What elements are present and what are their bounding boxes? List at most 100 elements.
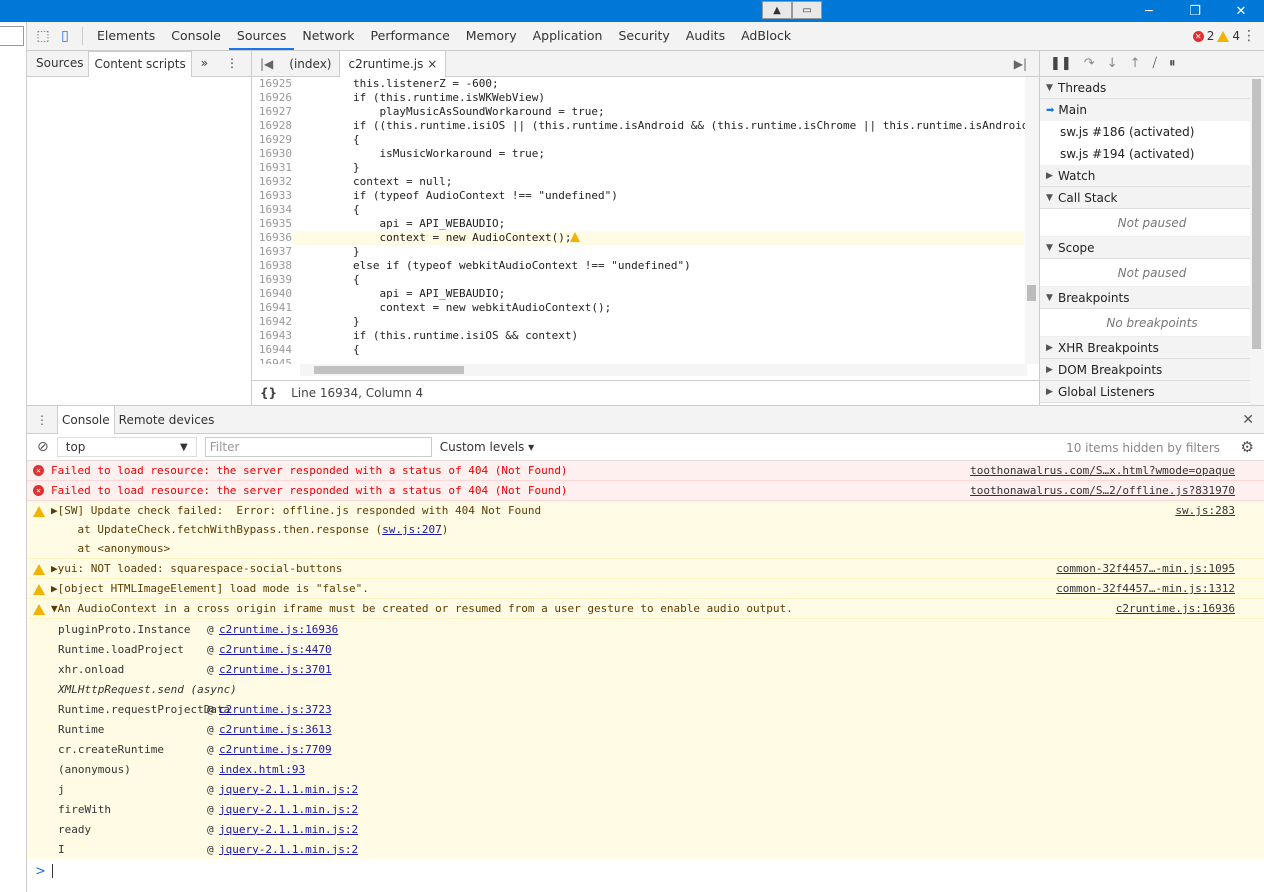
warning-icon (33, 584, 45, 595)
source-link[interactable]: jquery-2.1.1.min.js:2 (219, 783, 358, 796)
tab-index[interactable]: (index) (281, 51, 339, 77)
context-selector[interactable]: top ▼ (56, 437, 197, 457)
dom-breakpoints-header[interactable]: ▶ DOM Breakpoints (1040, 359, 1264, 381)
stack-frame: ready @ jquery-2.1.1.min.js:2 (27, 819, 1264, 839)
source-link[interactable]: c2runtime.js:3613 (219, 723, 332, 736)
tab-performance[interactable]: Performance (363, 22, 458, 50)
inspect-element-icon[interactable]: ⬚ (32, 25, 54, 47)
source-link[interactable]: index.html:93 (219, 763, 305, 776)
cursor-position: Line 16934, Column 4 (291, 386, 424, 400)
message-text: ▼An AudioContext in a cross origin ifram… (51, 602, 793, 615)
debugger-toolbar: ❚❚ ↷ ↓ ↑ ⧸ ⏸ (1040, 51, 1264, 77)
tab-network[interactable]: Network (294, 22, 362, 50)
close-tab-icon[interactable]: × (427, 57, 437, 71)
threads-label: Threads (1058, 80, 1107, 95)
drawer-menu-icon[interactable]: ⋮ (27, 406, 57, 434)
console-drawer: ⋮ Console Remote devices ✕ ⊘ top ▼ Filter… (27, 405, 1264, 892)
tab-application[interactable]: Application (525, 22, 611, 50)
pause-on-exceptions-icon[interactable]: ⏸ (1169, 56, 1176, 71)
console-message: ✕ Failed to load resource: the server res… (27, 481, 1264, 501)
vertical-scrollbar[interactable] (1025, 77, 1039, 364)
tab-elements[interactable]: Elements (89, 22, 163, 50)
console-prompt[interactable]: > (27, 859, 1264, 883)
gear-icon[interactable]: ⚙ (1241, 438, 1254, 456)
deactivate-breakpoints-icon[interactable]: ⧸ (1153, 56, 1157, 71)
toggle-navigator-icon[interactable]: |◀ (252, 51, 281, 77)
collapsed-arrow-icon: ▶ (1046, 364, 1053, 375)
source-link[interactable]: c2runtime.js:7709 (219, 743, 332, 756)
source-link[interactable]: c2runtime.js:16936 (219, 623, 338, 636)
navigator-menu-icon[interactable]: ⋮ (221, 51, 243, 76)
function-name: (anonymous) (58, 762, 131, 776)
up-arrow-icon[interactable]: ▲ (762, 1, 792, 19)
step-out-icon[interactable]: ↑ (1130, 56, 1141, 71)
source-link[interactable]: c2runtime.js:3701 (219, 663, 332, 676)
scope-header[interactable]: ▼ Scope (1040, 237, 1264, 259)
tab-console[interactable]: Console (163, 22, 229, 50)
code-area[interactable]: 16925 this.listenerZ = -600; 16926 if (th… (252, 77, 1039, 364)
clear-console-icon[interactable]: ⊘ (37, 439, 49, 455)
tab-c2runtime-label: c2runtime.js (348, 56, 424, 71)
tab-content-scripts[interactable]: Content scripts (88, 50, 192, 77)
error-warning-counter[interactable]: ✕ 2 4 (1192, 22, 1240, 50)
tab-console[interactable]: Console (57, 405, 115, 434)
tab-security[interactable]: Security (610, 22, 677, 50)
log-levels-dropdown[interactable]: Custom levels ▾ (440, 440, 534, 454)
tab-adblock[interactable]: AdBlock (733, 22, 799, 50)
image-icon[interactable]: ▭ (792, 1, 822, 19)
watch-header[interactable]: ▶ Watch (1040, 165, 1264, 187)
tab-c2runtime[interactable]: c2runtime.js × (339, 50, 447, 77)
more-tabs-icon[interactable]: » (196, 51, 213, 76)
close-drawer-icon[interactable]: ✕ (1238, 406, 1258, 434)
tab-audits[interactable]: Audits (678, 22, 733, 50)
toggle-debugger-icon[interactable]: ▶| (1006, 51, 1035, 77)
code-line: if (typeof AudioContext !== "undefined") (300, 189, 618, 202)
source-link[interactable]: jquery-2.1.1.min.js:2 (219, 803, 358, 816)
scroll-thumb[interactable] (314, 366, 464, 374)
threads-header[interactable]: ▼ Threads (1040, 77, 1264, 99)
thread-sw-186[interactable]: sw.js #186 (activated) (1040, 121, 1264, 143)
step-into-icon[interactable]: ↓ (1107, 56, 1118, 71)
code-line: { (300, 133, 360, 146)
message-text: at UpdateCheck.fetchWithBypass.then.resp… (27, 520, 1264, 539)
step-over-icon[interactable]: ↷ (1084, 56, 1095, 71)
breakpoints-header[interactable]: ▼ Breakpoints (1040, 287, 1264, 309)
global-label: Global Listeners (1058, 384, 1155, 399)
source-link[interactable]: sw.js:283 (1175, 501, 1235, 520)
thread-main[interactable]: ➡ Main (1040, 99, 1264, 121)
restore-button[interactable]: ❐ (1172, 0, 1218, 22)
tab-remote-devices[interactable]: Remote devices (115, 406, 219, 434)
tab-memory[interactable]: Memory (458, 22, 525, 50)
source-link[interactable]: common-32f4457…-min.js:1312 (1056, 579, 1235, 598)
source-link[interactable]: sw.js:207 (382, 523, 442, 536)
close-window-button[interactable]: ✕ (1218, 0, 1264, 22)
sidebar-scrollbar[interactable] (1250, 77, 1264, 405)
source-link[interactable]: c2runtime.js:16936 (1116, 599, 1235, 618)
tab-sources[interactable]: Sources (31, 51, 88, 76)
source-link[interactable]: c2runtime.js:4470 (219, 643, 332, 656)
xhr-breakpoints-header[interactable]: ▶ XHR Breakpoints (1040, 337, 1264, 359)
source-link[interactable]: toothonawalrus.com/S…2/offline.js?831970 (970, 481, 1235, 500)
more-options-icon[interactable]: ⋮ (1242, 28, 1256, 44)
pause-icon[interactable]: ❚❚ (1050, 56, 1072, 71)
xhr-label: XHR Breakpoints (1058, 340, 1159, 355)
at-symbol: @ (207, 722, 214, 736)
filter-input[interactable]: Filter (204, 437, 432, 457)
tab-sources[interactable]: Sources (228, 22, 295, 50)
global-listeners-header[interactable]: ▶ Global Listeners (1040, 381, 1264, 403)
code-editor: |◀ (index) c2runtime.js × ▶| 16925 this.… (252, 50, 1039, 405)
minimize-button[interactable]: ─ (1126, 0, 1172, 22)
source-link[interactable]: c2runtime.js:3723 (219, 703, 332, 716)
scroll-thumb[interactable] (1252, 79, 1261, 349)
pretty-print-icon[interactable]: {} (260, 386, 277, 400)
thread-sw-194[interactable]: sw.js #194 (activated) (1040, 143, 1264, 165)
source-link[interactable]: jquery-2.1.1.min.js:2 (219, 823, 358, 836)
device-toolbar-icon[interactable]: ▯ (54, 25, 76, 47)
call-stack-header[interactable]: ▼ Call Stack (1040, 187, 1264, 209)
source-link[interactable]: toothonawalrus.com/S…x.html?wmode=opaque (970, 461, 1235, 480)
horizontal-scrollbar[interactable] (300, 364, 1027, 376)
source-link[interactable]: common-32f4457…-min.js:1095 (1056, 559, 1235, 578)
scroll-thumb[interactable] (1027, 285, 1036, 301)
source-link[interactable]: jquery-2.1.1.min.js:2 (219, 843, 358, 856)
code-line: else if (typeof webkitAudioContext !== "… (300, 259, 691, 272)
